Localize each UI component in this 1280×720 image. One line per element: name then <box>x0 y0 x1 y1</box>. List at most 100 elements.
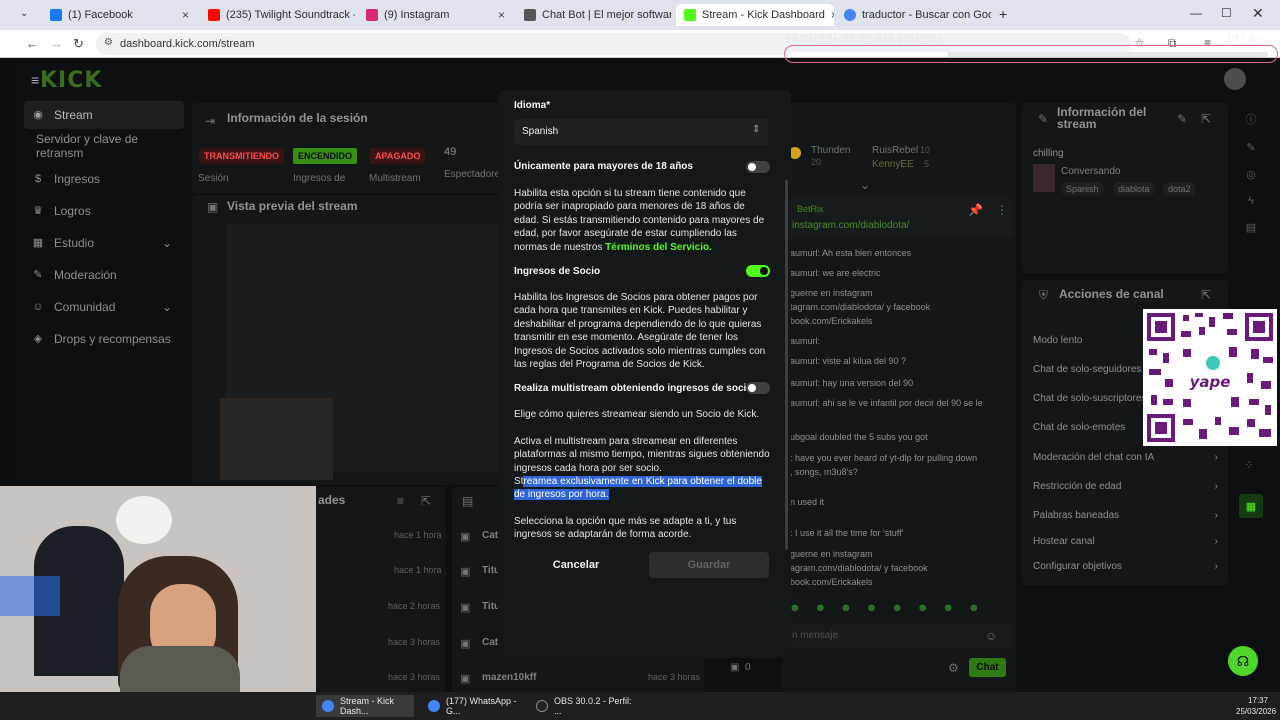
language-label: Idioma* <box>514 100 551 111</box>
status-badge-encendido: ENCENDIDO <box>293 148 358 164</box>
sidebar-item-drops[interactable]: ◈ Drops y recompensas <box>24 325 184 353</box>
adult-only-toggle[interactable] <box>746 161 770 173</box>
terms-of-service-link[interactable]: Términos del Servicio. <box>605 242 712 253</box>
tab-youtube[interactable]: (235) Twilight Soundtrack - Sup× <box>200 4 355 26</box>
multistream-toggle[interactable] <box>746 382 770 394</box>
new-tab-icon[interactable]: + <box>999 6 1007 22</box>
avatar[interactable] <box>1224 68 1246 90</box>
activity-row[interactable]: ▣ mazen10kff hace 3 horas hace 3 horas <box>318 670 702 688</box>
adult-only-description: Habilita esta opción si tu stream tiene … <box>514 188 765 253</box>
chevron-down-icon[interactable]: ⌄ <box>860 178 870 192</box>
cancel-button[interactable]: Cancelar <box>514 552 638 578</box>
modal-scrollbar[interactable] <box>785 180 788 550</box>
site-info-icon[interactable]: ⚙ <box>104 37 113 48</box>
tag: diablota <box>1113 182 1155 196</box>
multistream-description-2: Activa el multistream para streamear en … <box>514 436 770 474</box>
window-close-icon[interactable]: ✕ <box>1252 5 1264 22</box>
collapse-icon[interactable]: ⇥ <box>205 114 215 128</box>
taskbar-item-obs[interactable]: OBS 30.0.2 - Perfil: ... <box>530 695 640 717</box>
category-name: Conversando <box>1061 166 1121 177</box>
activity-icon: ▣ <box>460 531 471 543</box>
taskbar-item-whatsapp[interactable]: (177) WhatsApp - G... <box>422 695 524 717</box>
emote-icon[interactable]: ☻ <box>917 602 929 616</box>
taskbar-item-kick[interactable]: Stream - Kick Dash... <box>316 695 414 717</box>
filter-icon[interactable]: ≡ <box>397 494 404 508</box>
channel-action-item[interactable]: Restricción de edad › <box>1033 478 1218 494</box>
tab-instagram[interactable]: (9) Instagram × <box>358 4 513 26</box>
stream-title-value: chilling <box>1033 148 1064 159</box>
target-icon[interactable]: ◎ <box>1246 168 1256 181</box>
tab-search-icon[interactable]: ⌄ <box>20 8 28 19</box>
emote-icon[interactable]: ☻ <box>942 602 954 616</box>
emote-icon[interactable]: ☻ <box>866 602 878 616</box>
bolt-icon[interactable]: ϟ <box>1248 195 1254 207</box>
popout-icon[interactable]: ⇱ <box>1201 288 1211 302</box>
popout-icon[interactable]: ⇱ <box>421 494 431 508</box>
emote-icon[interactable]: ☻ <box>891 602 903 616</box>
tab-google[interactable]: traductor - Buscar con Google× <box>836 4 991 26</box>
emote-icon[interactable]: ☻ <box>815 602 827 616</box>
info-icon[interactable]: ⓘ <box>1246 111 1257 127</box>
chat-input[interactable]: n mensaje ☺ <box>787 624 1011 648</box>
emote-icon[interactable]: ☻ <box>840 602 852 616</box>
close-icon[interactable]: × <box>831 8 834 22</box>
apps-icon[interactable]: ⁘ <box>1244 458 1254 472</box>
settings-gear-icon[interactable]: ⚙ <box>948 661 959 675</box>
back-icon[interactable]: ← <box>26 36 39 51</box>
channel-action-item[interactable]: Configurar objetivos › <box>1033 558 1218 574</box>
monetization-settings-modal: Idioma* Spanish ⇕ Únicamente para mayore… <box>498 90 791 658</box>
channel-action-item[interactable]: Palabras baneadas › <box>1033 507 1218 523</box>
multistream-description-4: Selecciona la opción que más se adapte a… <box>514 516 737 541</box>
minimize-icon[interactable]: — <box>1190 6 1202 20</box>
multistream-description-3: Streamea exclusivamente en Kick para obt… <box>514 476 762 501</box>
category-thumbnail <box>1033 164 1055 192</box>
taskbar <box>0 692 1280 720</box>
sidebar-item-ingresos[interactable]: $ Ingresos <box>24 165 184 193</box>
reload-icon[interactable]: ↻ <box>73 36 84 52</box>
emote-bar[interactable]: ☻ ☻ ☻ ☻ ☻ ☻ ☻ ☻ <box>789 602 1011 616</box>
tab-kick-dashboard[interactable]: Stream - Kick Dashboard× <box>676 4 834 26</box>
close-icon[interactable]: × <box>498 8 505 22</box>
tab-facebook[interactable]: (1) Facebook × <box>42 4 197 26</box>
viewer-count: 49 <box>444 146 457 158</box>
sidebar-item-estudio[interactable]: ▦ Estudio ⌄ <box>24 229 184 257</box>
chevron-down-icon: ⌄ <box>161 300 172 314</box>
calculator-icon[interactable]: ▦ <box>1239 494 1263 518</box>
emote-icon[interactable]: ☻ <box>968 602 980 616</box>
sidebar-item-comunidad[interactable]: ☺ Comunidad ⌄ <box>24 293 184 321</box>
pinned-link[interactable]: instagram.com/diablodota/ <box>792 220 909 231</box>
edit-icon[interactable]: ✎ <box>1177 112 1187 126</box>
session-label: Espectadores <box>444 169 506 180</box>
send-chat-button[interactable]: Chat <box>969 658 1006 677</box>
maximize-icon[interactable]: ☐ <box>1221 6 1232 20</box>
close-icon[interactable]: × <box>182 8 189 22</box>
preview-title: Vista previa del stream <box>227 199 358 213</box>
language-select[interactable]: Spanish ⇕ <box>514 119 768 145</box>
chat-user-icon: ▣ <box>730 662 740 673</box>
menu-icon[interactable]: ≡ <box>31 72 39 88</box>
youtube-icon <box>208 9 220 21</box>
save-button[interactable]: Guardar <box>649 552 769 578</box>
browser-tab-bar: ⌄ (1) Facebook × (235) Twilight Soundtrac… <box>0 0 1280 30</box>
clipboard-icon[interactable]: ▤ <box>1246 221 1256 234</box>
support-chat-icon[interactable]: ☊ <box>1228 646 1258 676</box>
pin-icon[interactable]: 📌 <box>968 203 983 217</box>
pencil-icon[interactable]: ✎ <box>1246 141 1255 154</box>
activity-icon: ▣ <box>460 673 471 685</box>
sidebar-item-stream[interactable]: ◉ Stream <box>24 101 184 129</box>
sidebar-item-moderacion[interactable]: ✎ Moderación <box>24 261 184 289</box>
channel-action-item[interactable]: Hostear canal › <box>1033 533 1218 549</box>
partner-revenue-toggle[interactable] <box>746 265 770 277</box>
tab-chatbot[interactable]: Chat Bot | El mejor software pa× <box>516 4 671 26</box>
popout-icon[interactable]: ⇱ <box>1201 112 1211 126</box>
more-icon[interactable]: ⋮ <box>996 203 1008 217</box>
sidebar-item-logros[interactable]: ♛ Logros <box>24 197 184 225</box>
channel-action-item[interactable]: Moderación del chat con IA › <box>1033 449 1218 465</box>
gifter-name: KennyEE <box>872 159 914 170</box>
emoji-icon[interactable]: ☺ <box>985 629 997 643</box>
broadcast-icon: ◉ <box>33 109 43 121</box>
sidebar-item-server-key[interactable]: Servidor y clave de retransm <box>24 132 184 160</box>
forward-icon[interactable]: → <box>50 36 63 51</box>
chevron-right-icon: › <box>1214 535 1218 547</box>
kick-logo[interactable]: KICK <box>40 68 102 93</box>
